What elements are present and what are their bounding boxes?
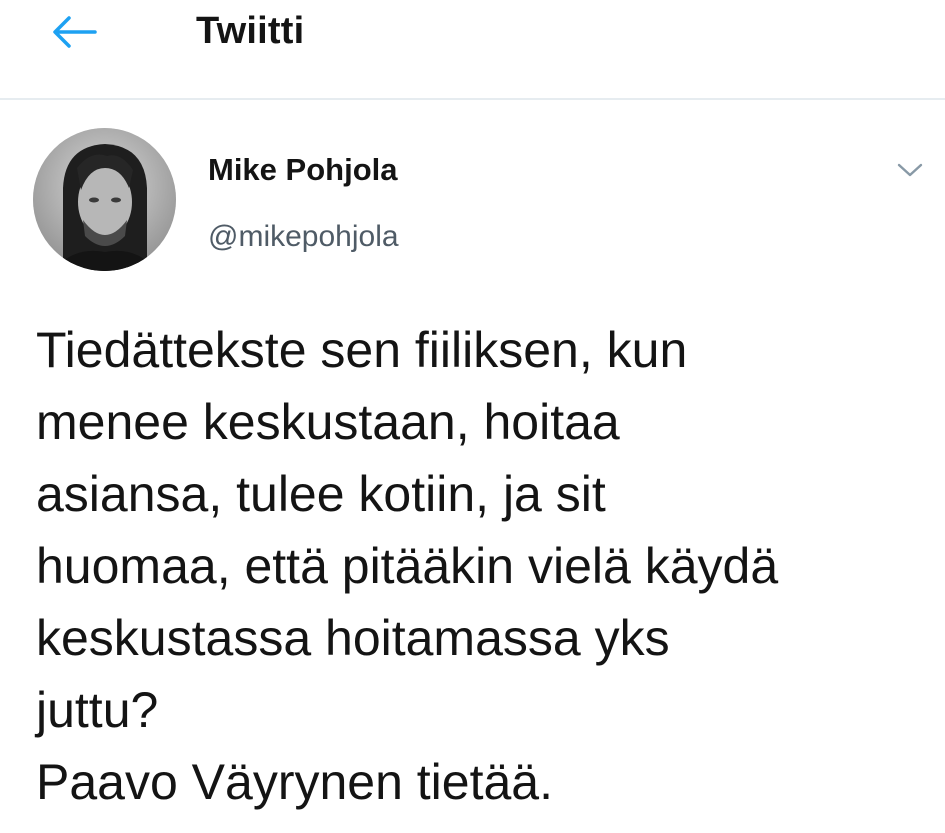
arrow-left-icon bbox=[51, 15, 97, 54]
tweet-menu-button[interactable] bbox=[890, 152, 930, 192]
top-bar: Twiitti bbox=[0, 0, 945, 100]
back-button[interactable] bbox=[44, 12, 104, 56]
tweet-text: Tiedättekste sen fiiliksen, kun menee ke… bbox=[36, 322, 779, 810]
avatar[interactable] bbox=[33, 128, 176, 271]
tweet[interactable]: Mike Pohjola @mikepohjola Tiedättekste s… bbox=[0, 100, 945, 833]
author-display-name[interactable]: Mike Pohjola bbox=[208, 152, 397, 188]
page-title: Twiitti bbox=[196, 10, 305, 52]
author-handle[interactable]: @mikepohjola bbox=[208, 220, 399, 254]
chevron-down-icon bbox=[897, 162, 923, 183]
